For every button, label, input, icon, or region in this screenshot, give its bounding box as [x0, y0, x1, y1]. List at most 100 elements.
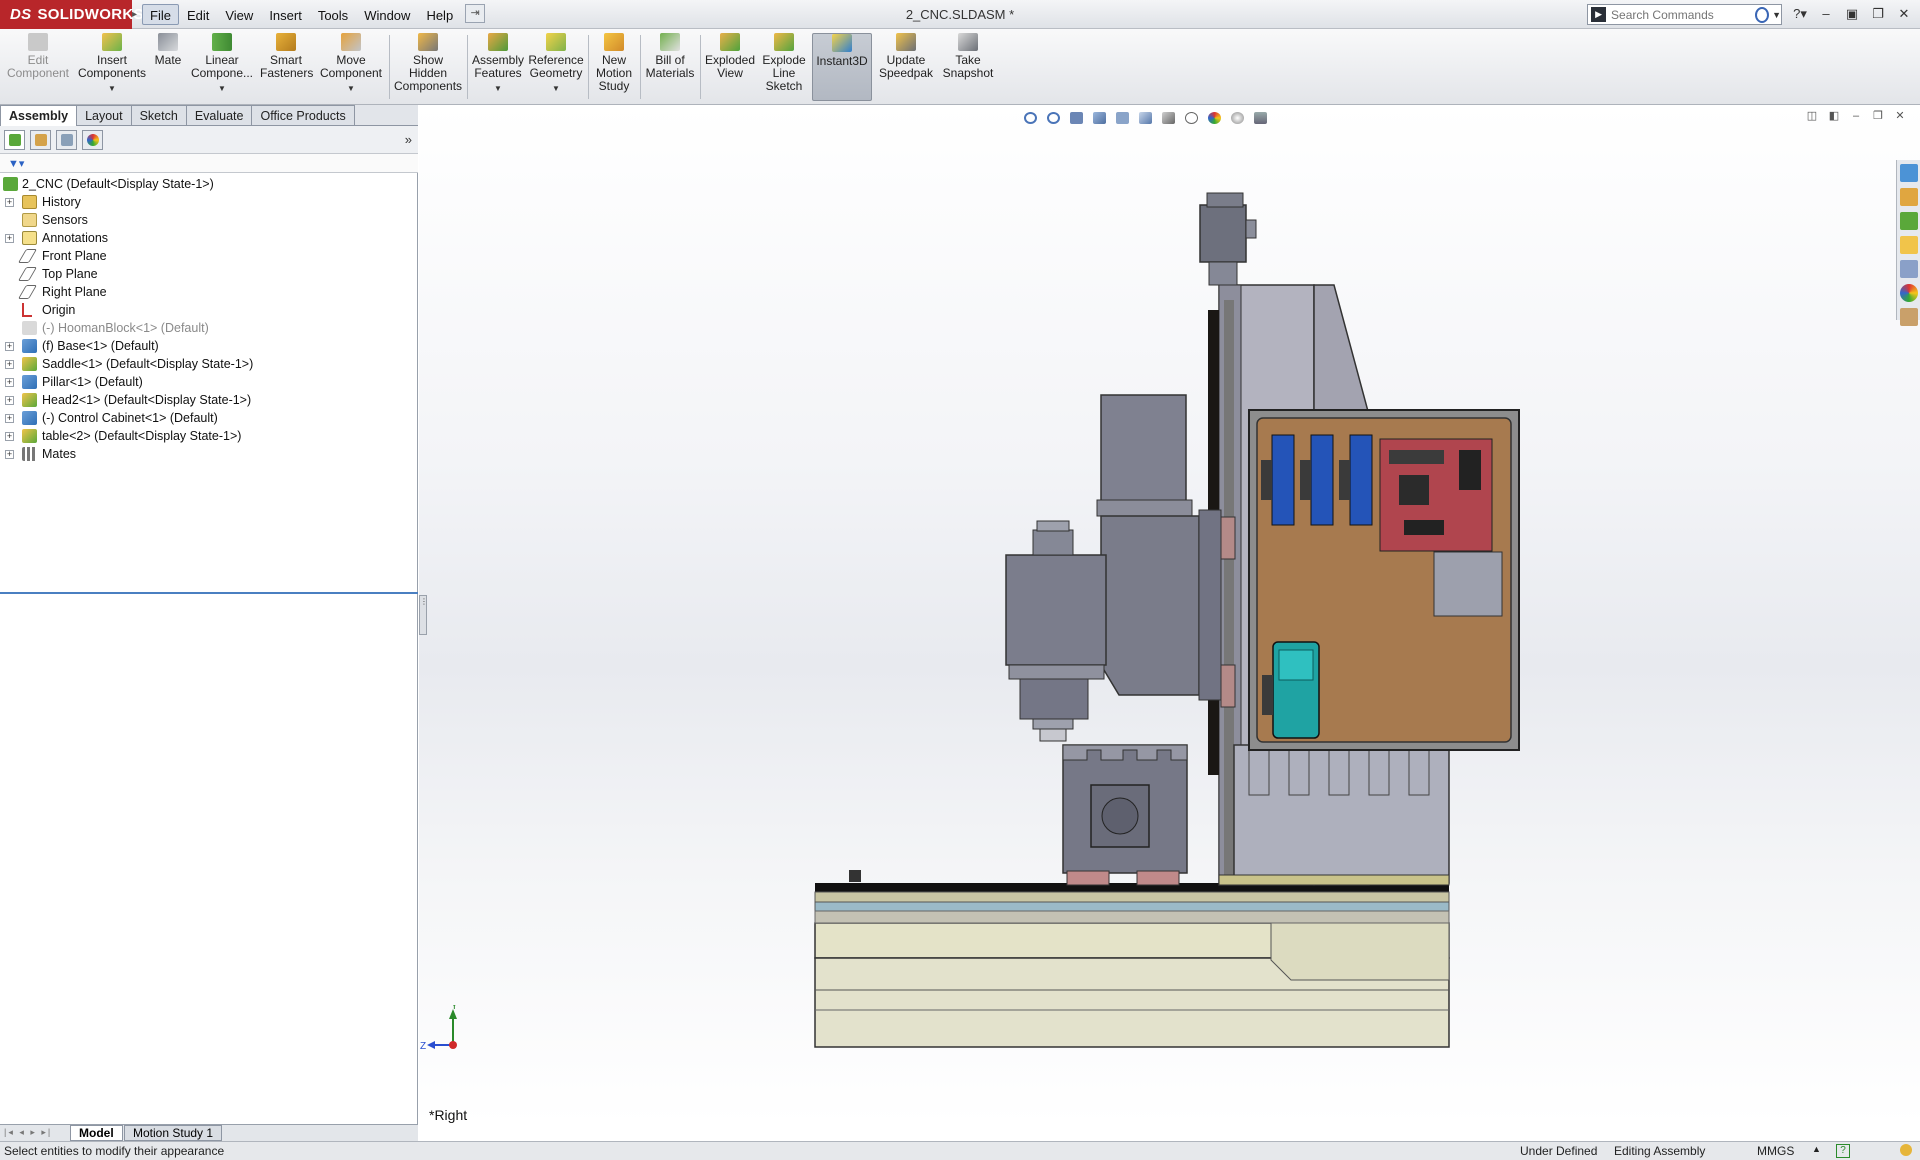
- tree-filter-bar[interactable]: ▼▾: [0, 154, 418, 173]
- expand-icon[interactable]: +: [5, 450, 14, 459]
- tree-item-origin[interactable]: Origin: [0, 301, 418, 319]
- minimize-icon[interactable]: –: [1815, 4, 1837, 23]
- solidworks-window: DS SOLIDWORKS ▸ File Edit View Insert Too…: [0, 0, 1920, 1160]
- spindle-housing[interactable]: [1005, 554, 1107, 666]
- tab-sketch[interactable]: Sketch: [130, 105, 187, 125]
- reference-geometry-button[interactable]: Reference Geometry ▼: [528, 33, 584, 101]
- tree-item-right-plane[interactable]: Right Plane: [0, 283, 418, 301]
- tree-item-top-plane[interactable]: Top Plane: [0, 265, 418, 283]
- display-manager-tab[interactable]: [82, 130, 103, 150]
- instant3d-button[interactable]: Instant3D: [812, 33, 872, 101]
- power-module[interactable]: [1433, 551, 1503, 617]
- stepper-driver-2[interactable]: [1310, 434, 1334, 526]
- tree-item-front-plane[interactable]: Front Plane: [0, 247, 418, 265]
- tab-office-products[interactable]: Office Products: [251, 105, 355, 125]
- tree-item-annotations[interactable]: + Annotations: [0, 229, 418, 247]
- tab-model[interactable]: Model: [70, 1125, 123, 1141]
- expand-icon[interactable]: +: [5, 360, 14, 369]
- move-component-button[interactable]: Move Component ▼: [316, 33, 386, 101]
- exploded-view-button[interactable]: Exploded View: [704, 33, 756, 101]
- tree-item-pillar[interactable]: + Pillar<1> (Default): [0, 373, 418, 391]
- search-input[interactable]: [1611, 7, 1752, 22]
- expand-icon[interactable]: +: [5, 342, 14, 351]
- z-stepper-motor[interactable]: [1199, 204, 1247, 263]
- stepper-driver-1[interactable]: [1271, 434, 1295, 526]
- tab-assembly[interactable]: Assembly: [0, 105, 78, 126]
- property-manager-tab[interactable]: [30, 130, 51, 150]
- tree-item-mates[interactable]: + Mates: [0, 445, 418, 463]
- tab-layout[interactable]: Layout: [76, 105, 132, 125]
- filter-icon[interactable]: ▼▾: [8, 157, 24, 170]
- help-status-icon[interactable]: ?: [1836, 1144, 1850, 1158]
- expand-icon[interactable]: +: [5, 378, 14, 387]
- pin-menu-icon[interactable]: ⇥: [465, 4, 486, 23]
- search-icon[interactable]: [1755, 6, 1770, 23]
- edit-component-button[interactable]: Edit Component: [6, 33, 70, 101]
- chevron-down-icon[interactable]: ▼: [528, 82, 584, 95]
- tree-item-head2[interactable]: + Head2<1> (Default<Display State-1>): [0, 391, 418, 409]
- search-dropdown-icon[interactable]: ▼: [1772, 10, 1781, 20]
- tab-motion-study[interactable]: Motion Study 1: [124, 1125, 223, 1141]
- restore-icon[interactable]: ▣: [1841, 4, 1863, 23]
- expand-icon[interactable]: +: [5, 432, 14, 441]
- pillar-lower-frame[interactable]: [1233, 744, 1450, 884]
- explode-line-sketch-button[interactable]: Explode Line Sketch: [760, 33, 808, 101]
- units-dropdown-icon[interactable]: ▲: [1812, 1144, 1821, 1154]
- expand-panel-icon[interactable]: »: [405, 132, 412, 147]
- tree-item-base[interactable]: + (f) Base<1> (Default): [0, 337, 418, 355]
- search-commands-box[interactable]: ▶ ▼: [1587, 4, 1782, 25]
- tree-item-sensors[interactable]: Sensors: [0, 211, 418, 229]
- chevron-down-icon[interactable]: ▼: [76, 82, 148, 95]
- close-icon[interactable]: ✕: [1893, 4, 1915, 23]
- maximize-icon[interactable]: ❐: [1867, 4, 1889, 23]
- tree-item-control-cabinet[interactable]: + (-) Control Cabinet<1> (Default): [0, 409, 418, 427]
- show-hidden-icon: [418, 33, 438, 51]
- bill-of-materials-button[interactable]: Bill of Materials: [644, 33, 696, 101]
- mate-button[interactable]: Mate: [152, 33, 184, 101]
- expand-icon[interactable]: +: [5, 234, 14, 243]
- tree-item-history[interactable]: + History: [0, 193, 418, 211]
- take-snapshot-button[interactable]: Take Snapshot: [940, 33, 996, 101]
- head-body[interactable]: [1100, 515, 1200, 696]
- cnc-model-view[interactable]: [419, 105, 1920, 1124]
- chevron-down-icon[interactable]: ▼: [316, 82, 386, 95]
- menu-help[interactable]: Help: [418, 4, 461, 25]
- menu-window[interactable]: Window: [356, 4, 418, 25]
- assembly-features-button[interactable]: Assembly Features ▼: [472, 33, 524, 101]
- tree-item-saddle[interactable]: + Saddle<1> (Default<Display State-1>): [0, 355, 418, 373]
- solidworks-logo[interactable]: DS SOLIDWORKS: [0, 0, 143, 29]
- linear-component-pattern-button[interactable]: Linear Compone... ▼: [190, 33, 254, 101]
- smart-fasteners-button[interactable]: Smart Fasteners: [260, 33, 313, 101]
- feature-manager-tab[interactable]: [4, 130, 25, 150]
- insert-components-button[interactable]: Insert Components ▼: [76, 33, 148, 101]
- insert-components-label: Insert Components: [77, 53, 147, 80]
- menu-edit[interactable]: Edit: [179, 4, 217, 25]
- configuration-manager-tab[interactable]: [56, 130, 77, 150]
- show-hidden-components-button[interactable]: Show Hidden Components: [394, 33, 462, 101]
- update-speedpak-button[interactable]: Update Speedpak: [876, 33, 936, 101]
- graphics-area[interactable]: ◫ ◧ – ❐ ✕ ⋮ Y Z *Right: [419, 105, 1920, 1124]
- expand-icon[interactable]: +: [5, 414, 14, 423]
- tree-item-hoomanblock[interactable]: (-) HoomanBlock<1> (Default): [0, 319, 418, 337]
- menu-tools[interactable]: Tools: [310, 4, 356, 25]
- chevron-down-icon[interactable]: ▼: [190, 82, 254, 95]
- cutting-tool[interactable]: [1039, 728, 1067, 742]
- rollback-bar[interactable]: [0, 592, 418, 594]
- spindle-motor[interactable]: [1100, 394, 1187, 504]
- chevron-down-icon[interactable]: ▼: [472, 82, 524, 95]
- expand-icon[interactable]: +: [5, 198, 14, 207]
- tree-root[interactable]: 2_CNC (Default<Display State-1>): [0, 175, 418, 193]
- menu-file[interactable]: File: [142, 4, 179, 25]
- tab-scroll-arrows-icon[interactable]: |◂ ◂ ▸ ▸|: [4, 1127, 52, 1138]
- expand-icon[interactable]: +: [5, 396, 14, 405]
- stepper-driver-3[interactable]: [1349, 434, 1373, 526]
- logo-expand-arrow-icon[interactable]: ▸: [132, 9, 137, 20]
- tree-item-table[interactable]: + table<2> (Default<Display State-1>): [0, 427, 418, 445]
- help-icon[interactable]: ?▾: [1789, 4, 1811, 23]
- notification-icon[interactable]: [1900, 1144, 1912, 1156]
- menu-insert[interactable]: Insert: [261, 4, 310, 25]
- new-motion-study-button[interactable]: New Motion Study: [592, 33, 636, 101]
- menu-view[interactable]: View: [217, 4, 261, 25]
- unit-system[interactable]: MMGS: [1757, 1144, 1794, 1158]
- tab-evaluate[interactable]: Evaluate: [185, 105, 253, 125]
